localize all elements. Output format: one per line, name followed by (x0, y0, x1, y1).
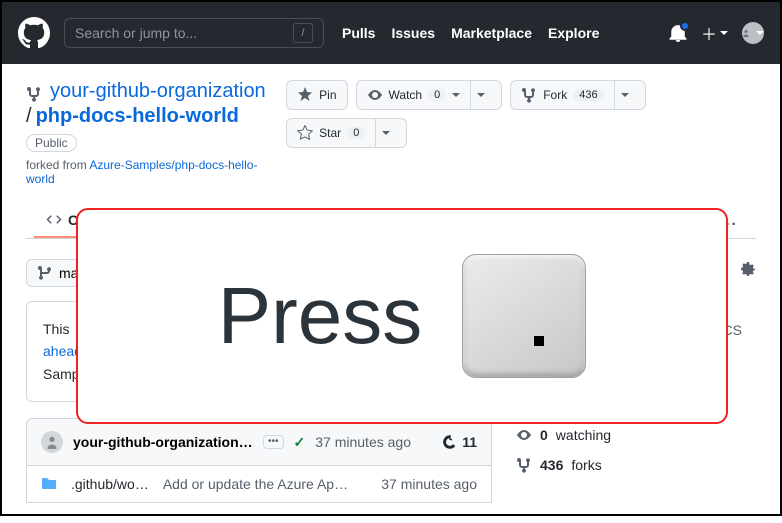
commit-expand[interactable]: ••• (263, 435, 284, 449)
star-count: 0 (347, 127, 365, 139)
search-placeholder: Search or jump to... (75, 25, 197, 41)
caret-down-icon (756, 31, 764, 35)
repo-owner-link[interactable]: your-github-organization (50, 80, 266, 103)
nav-issues[interactable]: Issues (391, 25, 435, 41)
nav-pulls[interactable]: Pulls (342, 25, 375, 41)
forked-from: forked from Azure-Samples/php-docs-hello… (26, 158, 276, 186)
notifications-icon[interactable] (669, 24, 687, 42)
fork-button[interactable]: Fork436 (510, 80, 645, 110)
repo-title: your-github-organization (26, 80, 276, 103)
slash-key-icon: / (293, 23, 313, 43)
repo-fork-icon (26, 86, 42, 102)
file-name[interactable]: .github/wo… (71, 476, 149, 492)
nav-links: Pulls Issues Marketplace Explore (342, 25, 599, 41)
github-logo-icon[interactable] (18, 17, 50, 49)
gear-icon[interactable] (740, 261, 756, 277)
commit-time: 37 minutes ago (315, 434, 411, 450)
commit-author[interactable]: your-github-organization A… (73, 434, 253, 450)
watch-split[interactable] (470, 81, 491, 109)
slash-separator: / (26, 105, 32, 128)
watch-button[interactable]: Watch0 (356, 80, 503, 110)
user-avatar[interactable] (742, 22, 764, 44)
global-header: Search or jump to... / Pulls Issues Mark… (2, 2, 780, 64)
repo-actions: Pin Watch0 Fork436 Star0 (286, 80, 756, 148)
repo-name-link[interactable]: php-docs-hello-world (36, 105, 239, 128)
latest-commit: your-github-organization A… ••• ✓ 37 min… (26, 418, 492, 466)
watch-count: 0 (428, 89, 446, 101)
fork-count: 436 (573, 89, 603, 101)
star-split[interactable] (375, 119, 396, 147)
create-new-menu[interactable]: ＋ (701, 21, 728, 45)
watching-stat[interactable]: 0watching (516, 427, 756, 443)
fork-split[interactable] (614, 81, 635, 109)
author-avatar[interactable] (41, 431, 63, 453)
pin-button[interactable]: Pin (286, 80, 347, 110)
notification-dot-icon (680, 21, 690, 31)
caret-down-icon (452, 93, 460, 97)
overlay-text: Press (218, 270, 423, 362)
nav-marketplace[interactable]: Marketplace (451, 25, 532, 41)
visibility-badge: Public (26, 134, 77, 152)
star-button[interactable]: Star0 (286, 118, 407, 148)
press-key-overlay: Press (76, 208, 728, 424)
commit-history[interactable]: 11 (442, 434, 477, 450)
search-input[interactable]: Search or jump to... / (64, 18, 324, 48)
caret-down-icon (720, 31, 728, 35)
folder-icon (41, 476, 57, 492)
file-commit-msg[interactable]: Add or update the Azure Ap… (163, 476, 367, 492)
nav-explore[interactable]: Explore (548, 25, 599, 41)
period-key-icon (462, 254, 586, 378)
header-right: ＋ (669, 21, 764, 45)
file-time: 37 minutes ago (381, 476, 477, 492)
check-icon[interactable]: ✓ (294, 434, 306, 451)
forks-stat[interactable]: 436forks (516, 457, 756, 473)
file-row[interactable]: .github/wo… Add or update the Azure Ap… … (26, 466, 492, 503)
